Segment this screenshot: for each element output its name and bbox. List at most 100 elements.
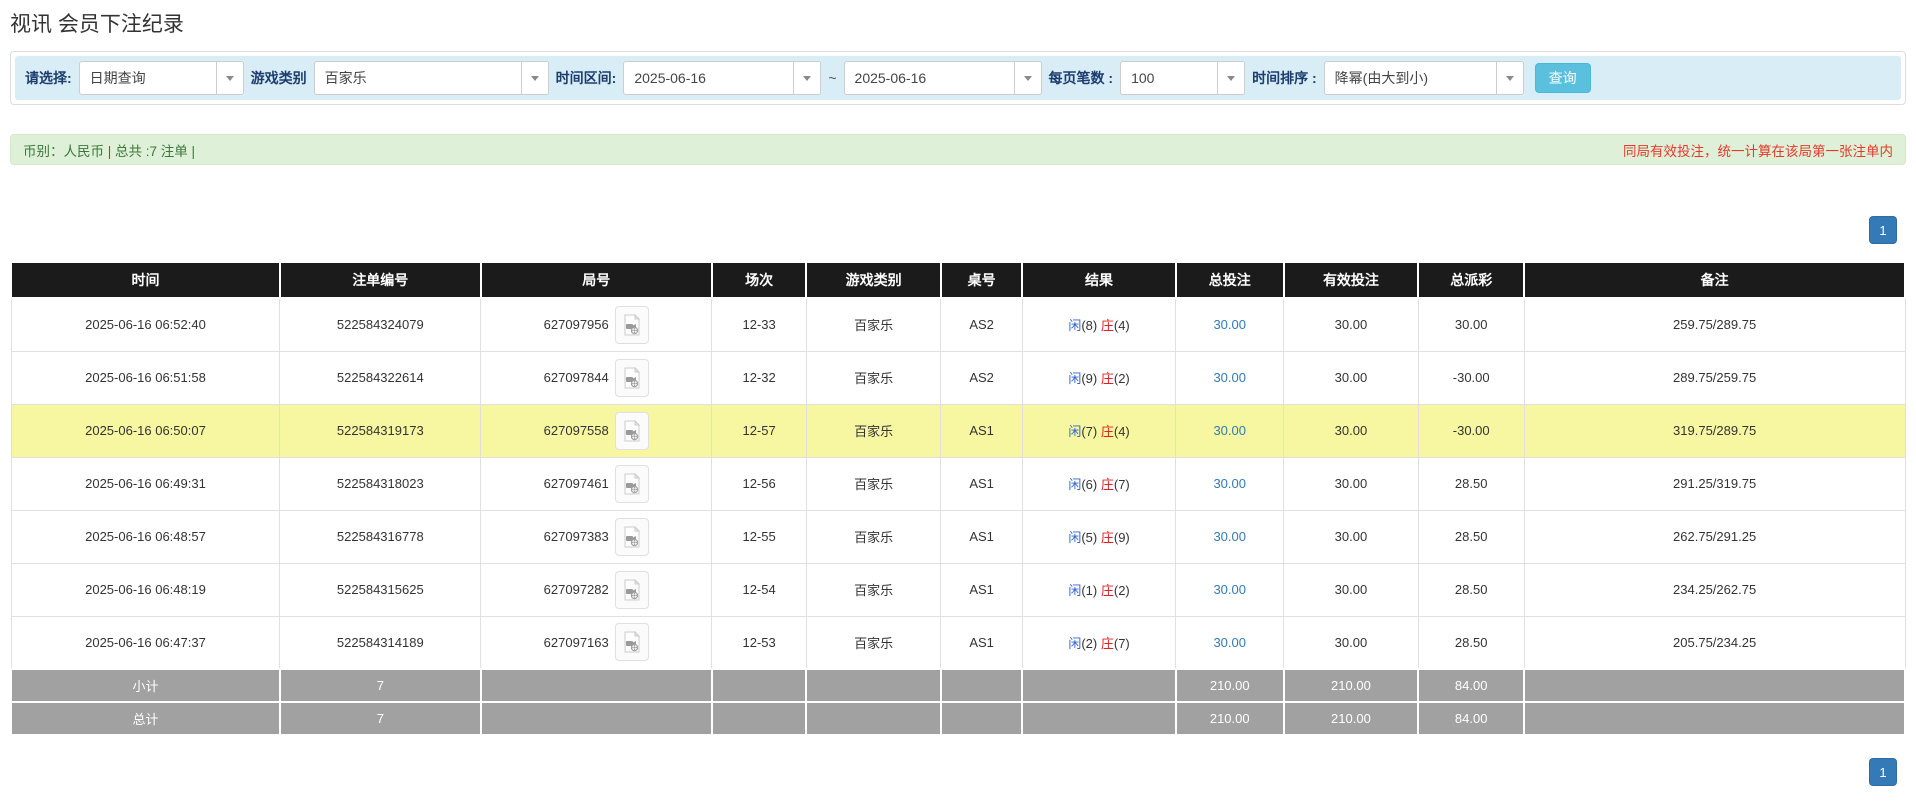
round-no-text: 627097956 <box>543 317 609 333</box>
video-replay-button[interactable] <box>614 358 649 397</box>
cell-result: 闲(9) 庄(2) <box>1021 350 1177 405</box>
banker-result: 庄 <box>1100 318 1114 334</box>
cell-total-bet: 30.00 <box>1175 350 1285 405</box>
valid-bet-note: 同局有效投注，统一计算在该局第一张注单内 <box>1623 143 1893 159</box>
cell-table-no: AS1 <box>940 403 1023 458</box>
query-type-value: 日期查询 <box>89 70 146 86</box>
cell-bet-no: 522584316778 <box>279 509 482 564</box>
table-row: 2025-06-16 06:48:19 522584315625 6270972… <box>10 562 1906 617</box>
cell-table-no: AS2 <box>940 297 1023 352</box>
round-no-text: 627097163 <box>543 634 609 650</box>
cell-bet-no: 522584324079 <box>279 297 482 352</box>
cell-game-type: 百家乐 <box>805 297 942 352</box>
page-1-button[interactable]: 1 <box>1869 758 1897 786</box>
player-result: 闲 <box>1068 635 1082 651</box>
chevron-down-icon <box>793 62 821 94</box>
currency-summary-bar: 币别：人民币 | 总共 :7 注单 | 同局有效投注，统一计算在该局第一张注单内 <box>10 134 1906 165</box>
player-result: 闲 <box>1068 477 1082 492</box>
total-bet-link[interactable]: 30.00 <box>1213 635 1246 650</box>
total-bet-link[interactable]: 30.00 <box>1213 370 1246 385</box>
cell-time: 2025-06-16 06:47:37 <box>10 615 281 670</box>
cell-session: 12-54 <box>711 562 807 617</box>
page-size-label: 每页笔数 : <box>1048 70 1114 86</box>
player-result: 闲 <box>1068 371 1082 386</box>
video-replay-button[interactable] <box>614 305 649 344</box>
query-type-label: 请选择: <box>25 70 72 86</box>
date-to-value: 2025-06-16 <box>854 70 927 86</box>
subtotal-payout: 84.00 <box>1417 668 1526 703</box>
total-bet-link[interactable]: 30.00 <box>1213 529 1246 544</box>
video-replay-button[interactable] <box>614 517 649 556</box>
cell-note: 262.75/291.25 <box>1523 509 1906 564</box>
game-type-value: 百家乐 <box>324 70 367 86</box>
video-file-icon <box>624 578 640 600</box>
cell-table-no: AS1 <box>940 509 1023 564</box>
cell-note: 291.25/319.75 <box>1523 456 1906 511</box>
cell-note: 259.75/289.75 <box>1523 297 1906 352</box>
video-file-icon <box>624 472 640 494</box>
table-row-highlighted: 2025-06-16 06:50:07 522584319173 6270975… <box>10 403 1906 458</box>
total-payout: 84.00 <box>1417 701 1526 736</box>
subtotal-count: 7 <box>278 668 482 703</box>
cell-session: 12-57 <box>711 403 807 458</box>
date-from-input[interactable]: 2025-06-16 <box>623 61 822 95</box>
total-bet-link[interactable]: 30.00 <box>1213 423 1246 438</box>
round-no-text: 627097558 <box>543 423 609 438</box>
cell-total-bet: 30.00 <box>1175 403 1285 458</box>
search-button[interactable]: 查询 <box>1534 63 1591 93</box>
page-title: 视讯 会员下注纪录 <box>10 13 184 36</box>
cell-valid-bet: 30.00 <box>1283 350 1419 405</box>
cell-result: 闲(7) 庄(4) <box>1021 403 1177 458</box>
cell-total-bet: 30.00 <box>1175 615 1285 670</box>
game-type-label: 游戏类别 <box>250 70 307 86</box>
cell-note: 234.25/262.75 <box>1523 562 1906 617</box>
header-round-no: 局号 <box>479 261 713 299</box>
video-file-icon <box>624 366 640 388</box>
page-size-value: 100 <box>1131 70 1155 86</box>
banker-result: 庄 <box>1100 371 1114 386</box>
cell-table-no: AS1 <box>940 456 1023 511</box>
time-sort-select[interactable]: 降幂(由大到小) <box>1323 61 1524 95</box>
page-size-select[interactable]: 100 <box>1120 61 1246 95</box>
filter-bar: 请选择: 日期查询 游戏类别 百家乐 时间区间: 2025-06-16 ~ 20… <box>15 56 1901 100</box>
cell-note: 205.75/234.25 <box>1523 615 1906 670</box>
cell-round-no: 627097461 <box>480 456 713 511</box>
filter-panel: 请选择: 日期查询 游戏类别 百家乐 时间区间: 2025-06-16 ~ 20… <box>10 51 1906 105</box>
total-bet-link[interactable]: 30.00 <box>1213 317 1246 332</box>
date-from-value: 2025-06-16 <box>634 70 706 86</box>
video-replay-button[interactable] <box>614 464 649 503</box>
chevron-down-icon <box>520 62 548 94</box>
video-file-icon <box>624 419 640 441</box>
video-replay-button[interactable] <box>614 570 649 609</box>
video-replay-button[interactable] <box>614 623 649 662</box>
cell-payout: -30.00 <box>1417 403 1525 458</box>
cell-time: 2025-06-16 06:50:07 <box>10 403 281 458</box>
subtotal-valid-bet: 210.00 <box>1282 668 1420 703</box>
cell-session: 12-32 <box>711 350 807 405</box>
total-bet-link[interactable]: 30.00 <box>1213 476 1246 491</box>
page-1-button[interactable]: 1 <box>1869 216 1897 244</box>
total-count: 7 <box>278 701 482 736</box>
cell-note: 289.75/259.75 <box>1523 350 1906 405</box>
total-valid-bet: 210.00 <box>1282 701 1420 736</box>
chevron-down-icon <box>215 62 243 94</box>
game-type-select[interactable]: 百家乐 <box>313 61 549 95</box>
table-row: 2025-06-16 06:49:31 522584318023 6270974… <box>10 456 1906 511</box>
header-valid-bet: 有效投注 <box>1282 261 1420 299</box>
cell-total-bet: 30.00 <box>1175 297 1285 352</box>
video-file-icon <box>624 313 640 336</box>
cell-payout: 28.50 <box>1417 615 1525 670</box>
total-bet-link[interactable]: 30.00 <box>1213 582 1246 597</box>
cell-result: 闲(6) 庄(7) <box>1021 456 1177 511</box>
table-row: 2025-06-16 06:51:58 522584322614 6270978… <box>10 350 1906 405</box>
video-replay-button[interactable] <box>614 411 649 450</box>
round-no-text: 627097282 <box>543 582 609 597</box>
cell-valid-bet: 30.00 <box>1283 509 1419 564</box>
cell-valid-bet: 30.00 <box>1283 403 1419 458</box>
header-total-bet: 总投注 <box>1174 261 1285 299</box>
cell-round-no: 627097282 <box>480 562 713 617</box>
betting-records-table: 时间 注单编号 局号 场次 游戏类别 桌号 结果 总投注 有效投注 总派彩 备注… <box>10 261 1906 736</box>
header-payout: 总派彩 <box>1417 261 1526 299</box>
date-to-input[interactable]: 2025-06-16 <box>843 61 1042 95</box>
query-type-select[interactable]: 日期查询 <box>78 61 244 95</box>
